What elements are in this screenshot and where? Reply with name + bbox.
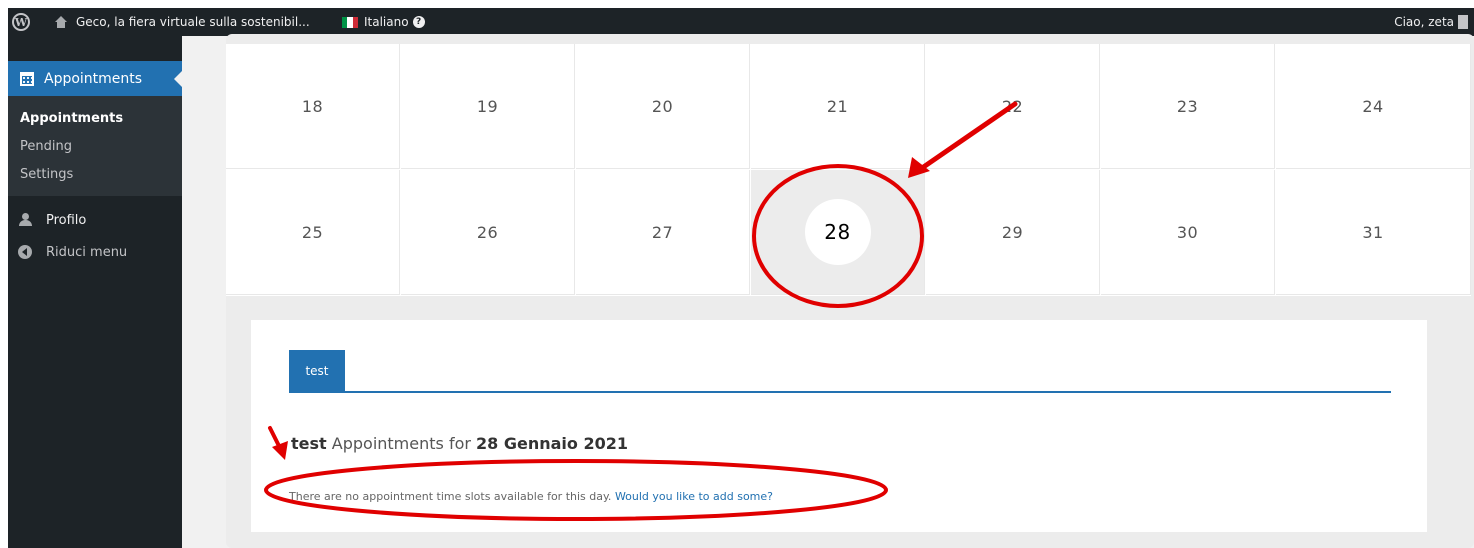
language-switcher[interactable]: Italiano ? (342, 8, 425, 36)
home-icon (54, 16, 68, 28)
day-heading: test Appointments for 28 Gennaio 2021 (291, 434, 628, 453)
calendar-day[interactable]: 24 (1276, 44, 1471, 169)
no-slots-text: There are no appointment time slots avai… (289, 490, 612, 503)
submenu-item-settings[interactable]: Settings (8, 161, 182, 189)
admin-sidebar: Appointments Appointments Pending Settin… (8, 36, 182, 548)
question-icon: ? (412, 16, 425, 28)
selected-day-circle: 28 (804, 199, 871, 265)
calendar-week-row: 25 26 27 28 29 30 31 (226, 170, 1471, 296)
account-menu[interactable]: Ciao, zeta (1394, 8, 1468, 36)
avatar (1458, 15, 1468, 29)
calendar-day[interactable]: 26 (401, 170, 575, 295)
calendar-day-selected[interactable]: 28 (751, 170, 925, 295)
sidebar-item-label: Profilo (46, 212, 87, 228)
heading-calendar-name: test (291, 434, 327, 453)
no-slots-notice: There are no appointment time slots avai… (289, 490, 773, 503)
calendar-day[interactable]: 30 (1101, 170, 1275, 295)
calendar-day[interactable]: 29 (926, 170, 1100, 295)
calendar-day[interactable]: 18 (226, 44, 400, 169)
calendar-day[interactable]: 21 (751, 44, 925, 169)
calendar-day[interactable]: 31 (1276, 170, 1471, 295)
screen-frame: W Geco, la fiera virtuale sulla sostenib… (8, 8, 1474, 548)
site-name-link[interactable]: Geco, la fiera virtuale sulla sostenibil… (54, 8, 310, 36)
appointments-panel: 18 19 20 21 22 23 24 25 26 27 28 29 30 3… (226, 34, 1474, 548)
calendar-icon (20, 71, 34, 86)
collapse-arrow-icon (18, 245, 32, 259)
collapse-menu-label: Riduci menu (46, 244, 128, 260)
sidebar-item-profile[interactable]: Profilo (8, 205, 182, 235)
calendar-day[interactable]: 23 (1101, 44, 1275, 169)
sidebar-item-label: Appointments (44, 70, 143, 87)
tab-test[interactable]: test (289, 350, 345, 392)
month-calendar: 18 19 20 21 22 23 24 25 26 27 28 29 30 3… (226, 44, 1471, 296)
add-slots-link[interactable]: Would you like to add some? (615, 490, 773, 503)
calendar-day[interactable]: 25 (226, 170, 400, 295)
day-details-box: test test Appointments for 28 Gennaio 20… (251, 320, 1427, 532)
heading-date: 28 Gennaio 2021 (476, 434, 629, 453)
calendar-day[interactable]: 19 (401, 44, 575, 169)
admin-bar: W Geco, la fiera virtuale sulla sostenib… (8, 8, 1474, 36)
greeting-label: Ciao, zeta (1394, 15, 1454, 29)
current-menu-arrow (174, 71, 182, 87)
appointments-submenu: Appointments Pending Settings (8, 96, 182, 196)
italian-flag-icon (342, 16, 358, 28)
calendar-tabs: test (289, 349, 1391, 393)
user-icon (18, 213, 34, 227)
submenu-item-pending[interactable]: Pending (8, 133, 182, 161)
calendar-day[interactable]: 22 (926, 44, 1100, 169)
wordpress-logo-button[interactable]: W (12, 8, 34, 36)
wordpress-icon: W (12, 13, 30, 31)
submenu-item-appointments[interactable]: Appointments (8, 105, 182, 133)
language-label: Italiano (364, 15, 409, 29)
calendar-week-row: 18 19 20 21 22 23 24 (226, 44, 1471, 170)
calendar-day[interactable]: 20 (576, 44, 750, 169)
collapse-menu-button[interactable]: Riduci menu (8, 237, 182, 267)
heading-middle-text: Appointments for (331, 434, 471, 453)
site-name-label: Geco, la fiera virtuale sulla sostenibil… (76, 15, 310, 29)
sidebar-item-appointments[interactable]: Appointments (8, 61, 182, 96)
calendar-day[interactable]: 27 (576, 170, 750, 295)
